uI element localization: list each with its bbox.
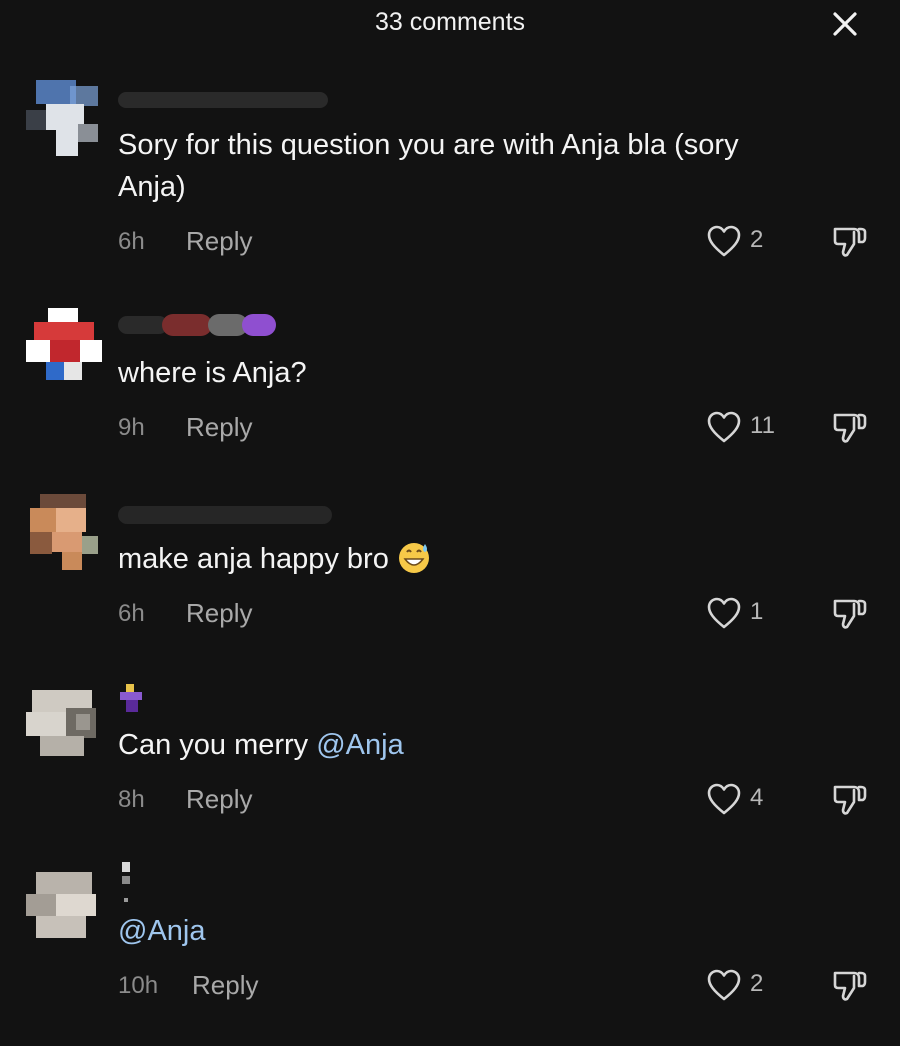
comment-text-content: Can you merry xyxy=(118,729,317,761)
username-blurred[interactable] xyxy=(118,858,138,902)
avatar[interactable] xyxy=(26,308,102,384)
comment-text: make anja happy bro xyxy=(118,538,858,580)
heart-outline-icon xyxy=(707,783,741,815)
avatar[interactable] xyxy=(26,866,102,942)
thumbs-down-icon xyxy=(833,599,867,629)
like-count: 11 xyxy=(750,412,775,439)
dislike-button[interactable] xyxy=(830,408,868,446)
avatar[interactable] xyxy=(26,682,102,758)
heart-outline-icon xyxy=(707,225,741,257)
like-count: 4 xyxy=(750,784,764,811)
close-button[interactable] xyxy=(826,5,864,43)
username-blurred[interactable] xyxy=(118,310,288,336)
grinning-face-with-sweat-icon xyxy=(398,543,429,574)
comment-text: Can you merry @Anja xyxy=(118,724,858,766)
like-count: 2 xyxy=(750,226,764,253)
heart-outline-icon xyxy=(707,597,741,629)
heart-outline-icon xyxy=(707,969,741,1001)
comment-time: 6h xyxy=(118,600,145,627)
comments-header: 33 comments xyxy=(0,0,900,48)
dislike-button[interactable] xyxy=(830,594,868,632)
comment-text: Sory for this question you are with Anja… xyxy=(118,129,739,203)
like-count: 2 xyxy=(750,970,764,997)
reply-button[interactable]: Reply xyxy=(186,784,252,815)
dislike-button[interactable] xyxy=(830,966,868,1004)
reply-button[interactable]: Reply xyxy=(186,412,252,443)
username-blurred[interactable] xyxy=(118,680,158,712)
comment-text-content: make anja happy bro xyxy=(118,543,389,575)
mention-link[interactable]: @Anja xyxy=(118,915,205,947)
thumbs-down-icon xyxy=(833,227,867,257)
reply-button[interactable]: Reply xyxy=(186,226,252,257)
thumbs-down-icon xyxy=(833,785,867,815)
avatar[interactable] xyxy=(26,494,102,570)
dislike-button[interactable] xyxy=(830,780,868,818)
thumbs-down-icon xyxy=(833,413,867,443)
comment-time: 6h xyxy=(118,228,145,255)
like-count: 1 xyxy=(750,598,764,625)
comment-time: 9h xyxy=(118,414,145,441)
thumbs-down-icon xyxy=(833,971,867,1001)
dislike-button[interactable] xyxy=(830,222,868,260)
heart-outline-icon xyxy=(707,411,741,443)
mention-link[interactable]: @Anja xyxy=(316,729,403,761)
avatar[interactable] xyxy=(26,80,102,156)
comments-count-title: 33 comments xyxy=(374,8,526,36)
comment-time: 8h xyxy=(118,786,145,813)
comment-text: where is Anja? xyxy=(118,357,307,389)
reply-button[interactable]: Reply xyxy=(192,970,258,1001)
close-icon xyxy=(833,12,857,36)
username-blurred[interactable] xyxy=(118,88,338,112)
username-blurred[interactable] xyxy=(118,500,338,524)
comment-text: @Anja xyxy=(118,910,858,952)
reply-button[interactable]: Reply xyxy=(186,598,252,629)
comment-time: 10h xyxy=(118,972,159,999)
